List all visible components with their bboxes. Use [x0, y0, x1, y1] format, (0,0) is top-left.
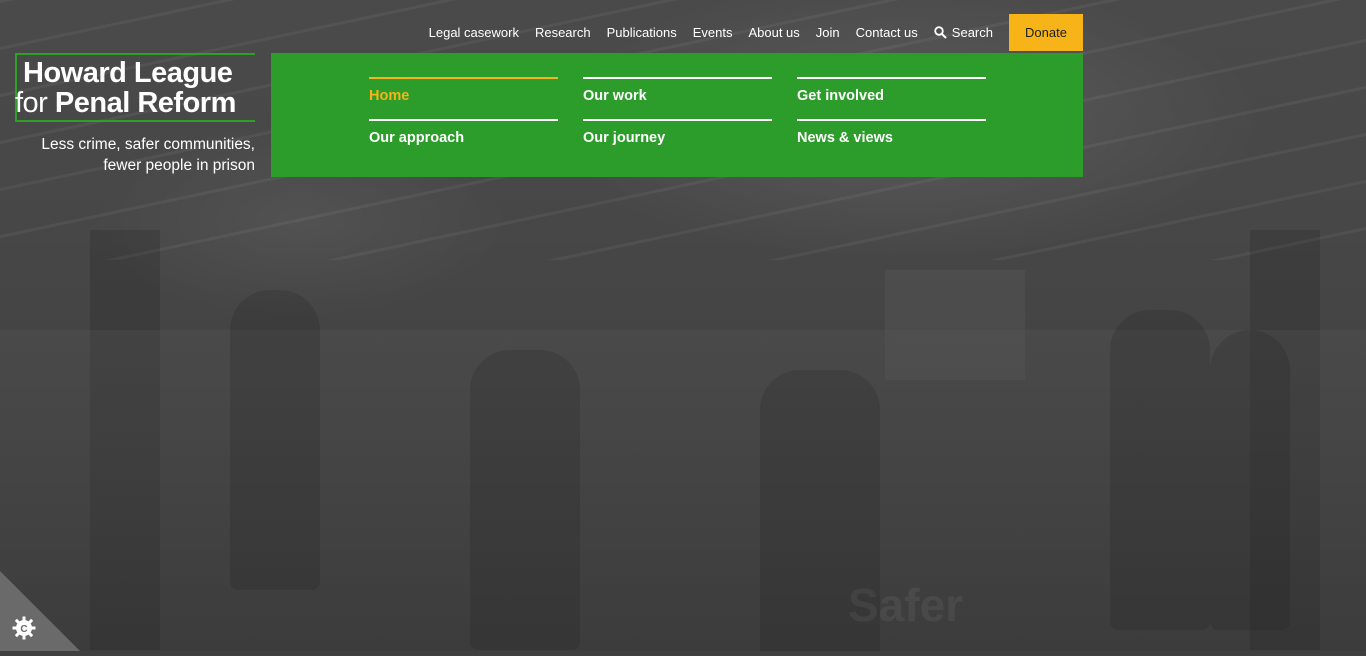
svg-text:C: C: [20, 624, 27, 635]
logo-line2: for Penal Reform: [15, 88, 255, 118]
nav-legal-casework[interactable]: Legal casework: [429, 25, 519, 40]
donate-button[interactable]: Donate: [1009, 14, 1083, 51]
menu-item-get-involved[interactable]: Get involved: [797, 77, 986, 119]
search-icon: [934, 26, 947, 39]
menu-item-our-work[interactable]: Our work: [583, 77, 772, 119]
search-link[interactable]: Search: [934, 25, 993, 40]
menu-item-home[interactable]: Home: [369, 77, 558, 119]
nav-events[interactable]: Events: [693, 25, 733, 40]
menu-item-news-views[interactable]: News & views: [797, 119, 986, 161]
nav-join[interactable]: Join: [816, 25, 840, 40]
nav-research[interactable]: Research: [535, 25, 591, 40]
cookie-settings-button[interactable]: C: [0, 571, 80, 651]
nav-about-us[interactable]: About us: [748, 25, 799, 40]
site-logo[interactable]: Howard League for Penal Reform: [15, 53, 255, 122]
site-tagline: Less crime, safer communities, fewer peo…: [15, 134, 255, 176]
logo-box: Howard League for Penal Reform: [15, 53, 255, 122]
menu-item-our-journey[interactable]: Our journey: [583, 119, 772, 161]
tagline-line2: fewer people in prison: [103, 157, 255, 174]
hero-partial-text: Safer: [848, 579, 964, 631]
logo-line2-bold: Penal Reform: [54, 87, 236, 119]
top-navigation: Legal casework Research Publications Eve…: [413, 14, 1083, 51]
logo-line1: Howard League: [23, 57, 233, 89]
hero-crowd: [0, 290, 1366, 651]
logo-line2-prefix: for: [15, 87, 48, 119]
gear-icon: C: [12, 616, 36, 640]
mega-menu: Home Our work Get involved Our approach …: [271, 53, 1083, 177]
tagline-line1: Less crime, safer communities,: [41, 136, 255, 153]
nav-contact-us[interactable]: Contact us: [856, 25, 918, 40]
search-label: Search: [951, 25, 993, 40]
nav-publications[interactable]: Publications: [607, 25, 677, 40]
mega-menu-grid: Home Our work Get involved Our approach …: [369, 77, 986, 161]
menu-item-our-approach[interactable]: Our approach: [369, 119, 558, 161]
